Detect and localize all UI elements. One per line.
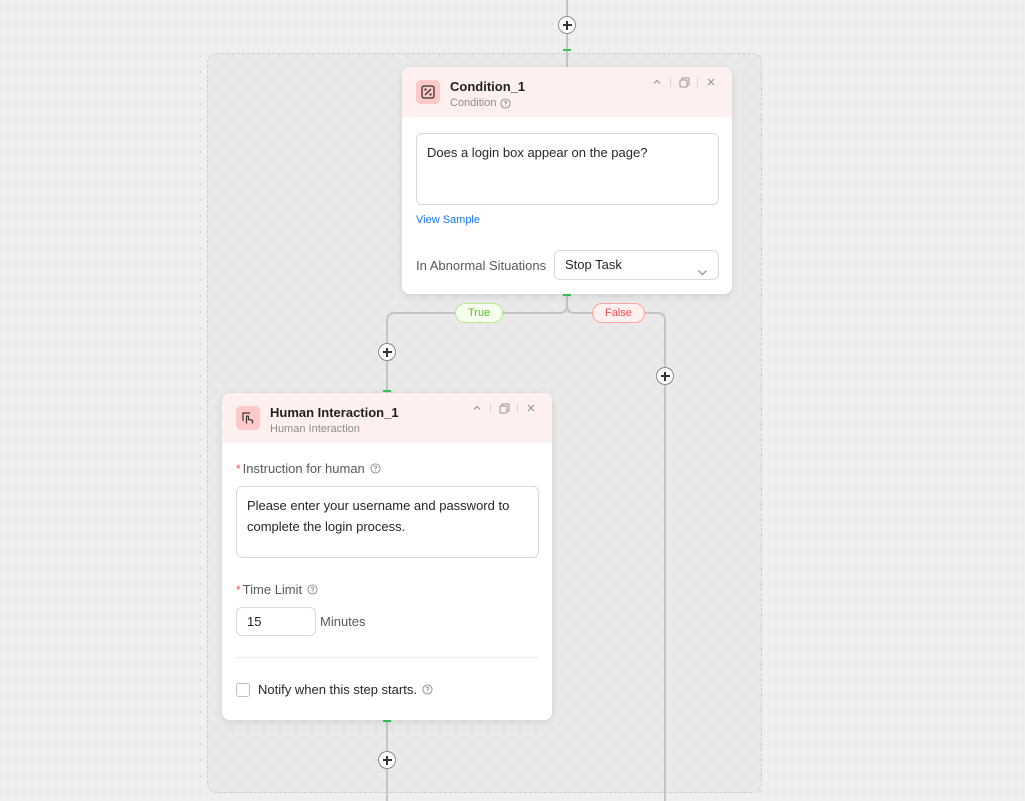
condition-icon [416,80,440,104]
notify-checkbox[interactable] [236,683,250,697]
notify-label: Notify when this step starts. [258,682,417,697]
condition-node-card[interactable]: Condition_1 Condition Does a login box a… [402,67,732,294]
help-icon[interactable] [500,97,512,109]
abnormal-situations-select[interactable]: Stop Task [554,250,719,280]
time-limit-input[interactable]: 15 [236,607,316,636]
condition-question-input[interactable]: Does a login box appear on the page? [416,133,719,205]
condition-node-subtitle: Condition [450,97,497,109]
help-icon[interactable] [422,684,433,695]
section-divider [236,657,539,658]
action-divider [670,77,671,87]
time-limit-label: Time Limit [242,582,303,597]
close-icon[interactable] [704,75,718,89]
notify-label-row: Notify when this step starts. [258,682,433,697]
required-mark: * [236,462,241,476]
add-step-button-bottom[interactable] [378,751,396,769]
add-step-button-true-branch[interactable] [378,343,396,361]
human-node-header: Human Interaction_1 Human Interaction [222,393,552,443]
abnormal-situations-value: Stop Task [565,257,622,272]
hand-pointer-icon [236,406,260,430]
instruction-input[interactable]: Please enter your username and password … [236,486,539,558]
add-step-button-false-branch[interactable] [656,367,674,385]
close-icon[interactable] [524,401,538,415]
abnormal-situations-label: In Abnormal Situations [416,258,547,273]
action-divider [697,77,698,87]
human-node-type: Human Interaction [270,423,360,435]
time-limit-label-row: * Time Limit [236,582,318,597]
true-branch-tag[interactable]: True [455,303,504,323]
time-unit-label: Minutes [320,614,366,629]
condition-node-actions [650,75,718,89]
instruction-label-row: * Instruction for human [236,461,381,476]
view-sample-link[interactable]: View Sample [416,214,480,226]
condition-node-title: Condition_1 [450,79,526,94]
human-node-actions [470,401,538,415]
human-interaction-node-card[interactable]: Human Interaction_1 Human Interaction * I… [222,393,552,720]
human-node-subtitle: Human Interaction [270,423,360,435]
false-branch-tag[interactable]: False [592,303,645,323]
instruction-label: Instruction for human [242,461,365,476]
condition-node-type: Condition [450,97,512,109]
help-icon[interactable] [370,463,381,474]
human-node-title: Human Interaction_1 [270,405,399,420]
collapse-icon[interactable] [650,75,664,89]
help-icon[interactable] [307,584,318,595]
action-divider [517,403,518,413]
duplicate-icon[interactable] [497,401,511,415]
add-step-button-top[interactable] [558,16,576,34]
condition-node-header: Condition_1 Condition [402,67,732,117]
action-divider [490,403,491,413]
collapse-icon[interactable] [470,401,484,415]
required-mark: * [236,583,241,597]
duplicate-icon[interactable] [677,75,691,89]
chevron-down-icon [697,260,708,288]
